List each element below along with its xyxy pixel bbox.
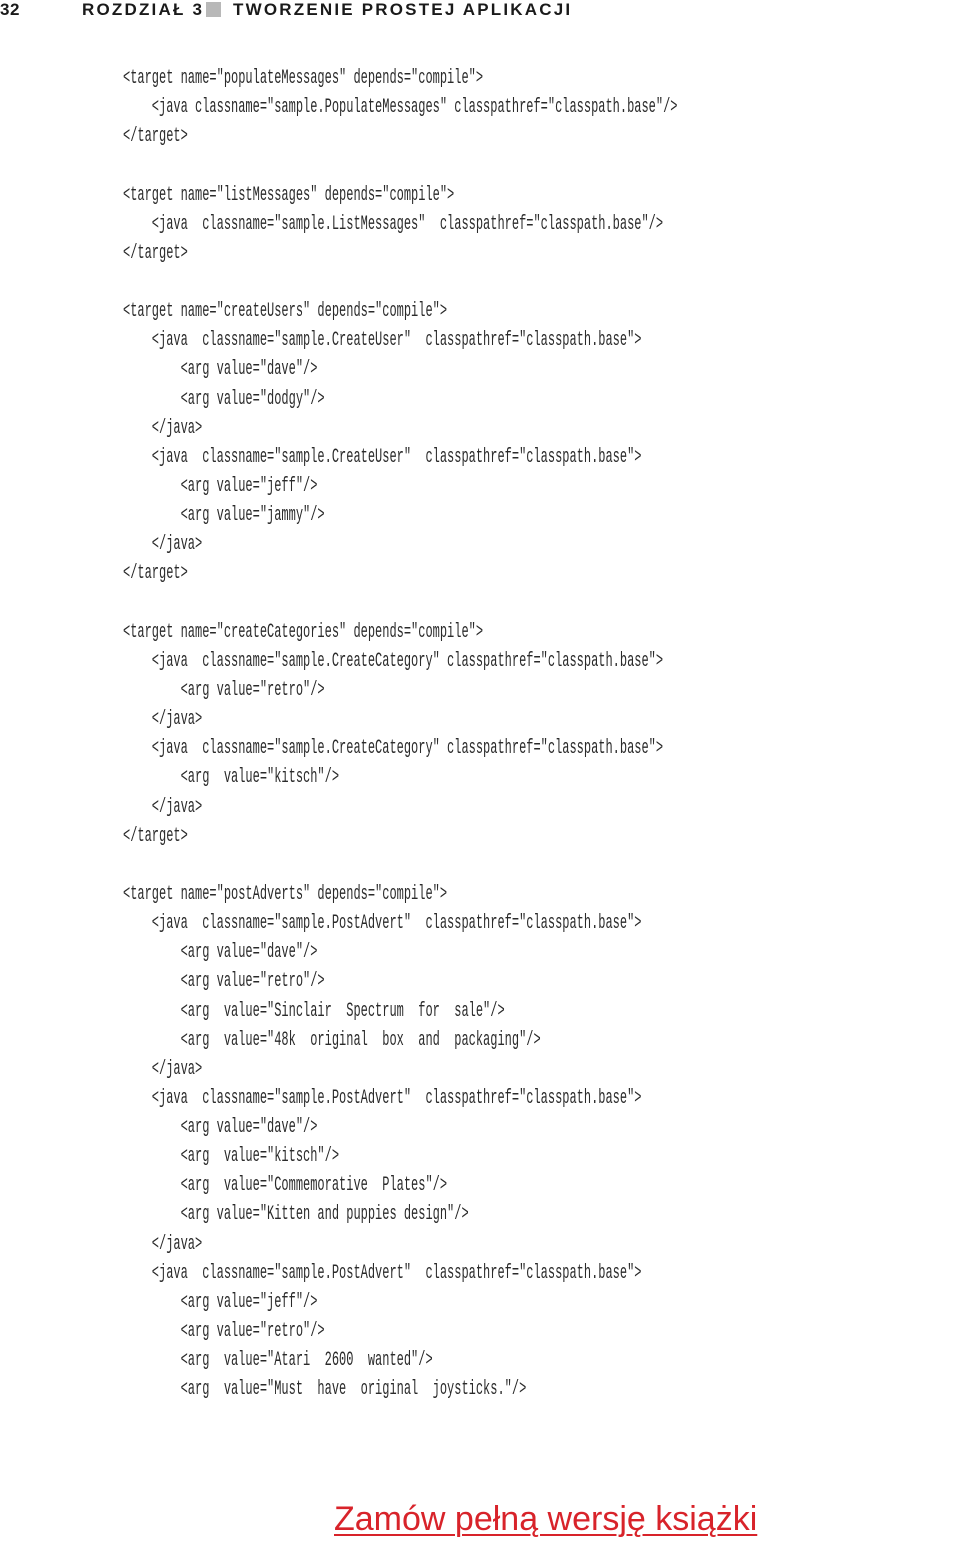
square-separator-icon bbox=[206, 2, 221, 17]
chapter-label: ROZDZIAŁ 3 bbox=[82, 0, 205, 19]
chapter-title: TWORZENIE PROSTEJ APLIKACJI bbox=[233, 0, 573, 19]
code-line: <arg value="jeff"/> bbox=[123, 1290, 318, 1314]
code-line: </target> bbox=[123, 125, 188, 149]
code-line: </target> bbox=[123, 824, 188, 848]
code-line: <arg value="dave"/> bbox=[123, 358, 318, 382]
code-line: </java> bbox=[123, 416, 203, 440]
code-line: <arg value="retro"/> bbox=[123, 970, 325, 994]
order-full-book-link[interactable]: Zamów pełną wersję książki bbox=[334, 1500, 757, 1539]
code-line: <java classname="sample.ListMessages" cl… bbox=[123, 212, 664, 236]
code-line: <arg value="Must have original joysticks… bbox=[123, 1378, 527, 1402]
code-line: <arg value="jeff"/> bbox=[123, 474, 318, 498]
code-line: <arg value="retro"/> bbox=[123, 1320, 325, 1344]
code-line: </java> bbox=[123, 795, 203, 819]
code-line: </java> bbox=[123, 1232, 203, 1256]
code-line: <arg value="kitsch"/> bbox=[123, 766, 340, 790]
code-line: <target name="createUsers" depends="comp… bbox=[123, 300, 448, 324]
code-line: </target> bbox=[123, 562, 188, 586]
code-listing: <target name="populateMessages" depends=… bbox=[123, 64, 960, 1404]
code-line: </java> bbox=[123, 533, 203, 557]
code-line: <java classname="sample.CreateCategory" … bbox=[123, 737, 664, 761]
code-line: </java> bbox=[123, 708, 203, 732]
code-line: </java> bbox=[123, 1057, 203, 1081]
running-header: 32 ROZDZIAŁ 3 TWORZENIE PROSTEJ APLIKACJ… bbox=[0, 0, 960, 22]
page-number: 32 bbox=[0, 0, 20, 19]
code-line: <arg value="Sinclair Spectrum for sale"/… bbox=[123, 999, 505, 1023]
code-line: <arg value="retro"/> bbox=[123, 678, 325, 702]
code-line: </target> bbox=[123, 241, 188, 265]
code-line: <java classname="sample.PostAdvert" clas… bbox=[123, 1261, 642, 1285]
code-line: <arg value="Atari 2600 wanted"/> bbox=[123, 1349, 433, 1373]
code-line: <arg value="kitsch"/> bbox=[123, 1145, 340, 1169]
code-line: <arg value="jammy"/> bbox=[123, 504, 325, 528]
code-line: <java classname="sample.CreateUser" clas… bbox=[123, 445, 642, 469]
code-line: <arg value="dave"/> bbox=[123, 1116, 318, 1140]
code-line: <java classname="sample.CreateCategory" … bbox=[123, 649, 664, 673]
code-line: <target name="createCategories" depends=… bbox=[123, 620, 484, 644]
code-line: <arg value="dodgy"/> bbox=[123, 387, 325, 411]
code-line: <java classname="sample.PostAdvert" clas… bbox=[123, 912, 642, 936]
code-line: <arg value="Commemorative Plates"/> bbox=[123, 1174, 448, 1198]
code-line: <target name="listMessages" depends="com… bbox=[123, 183, 455, 207]
code-line: <java classname="sample.PostAdvert" clas… bbox=[123, 1086, 642, 1110]
code-line: <arg value="Kitten and puppies design"/> bbox=[123, 1203, 469, 1227]
code-line: <target name="postAdverts" depends="comp… bbox=[123, 882, 448, 906]
code-line: <java classname="sample.CreateUser" clas… bbox=[123, 329, 642, 353]
code-line: <arg value="dave"/> bbox=[123, 941, 318, 965]
code-line: <java classname="sample.PopulateMessages… bbox=[123, 96, 678, 120]
code-line: <target name="populateMessages" depends=… bbox=[123, 67, 484, 90]
code-line: <arg value="48k original box and packagi… bbox=[123, 1028, 541, 1052]
